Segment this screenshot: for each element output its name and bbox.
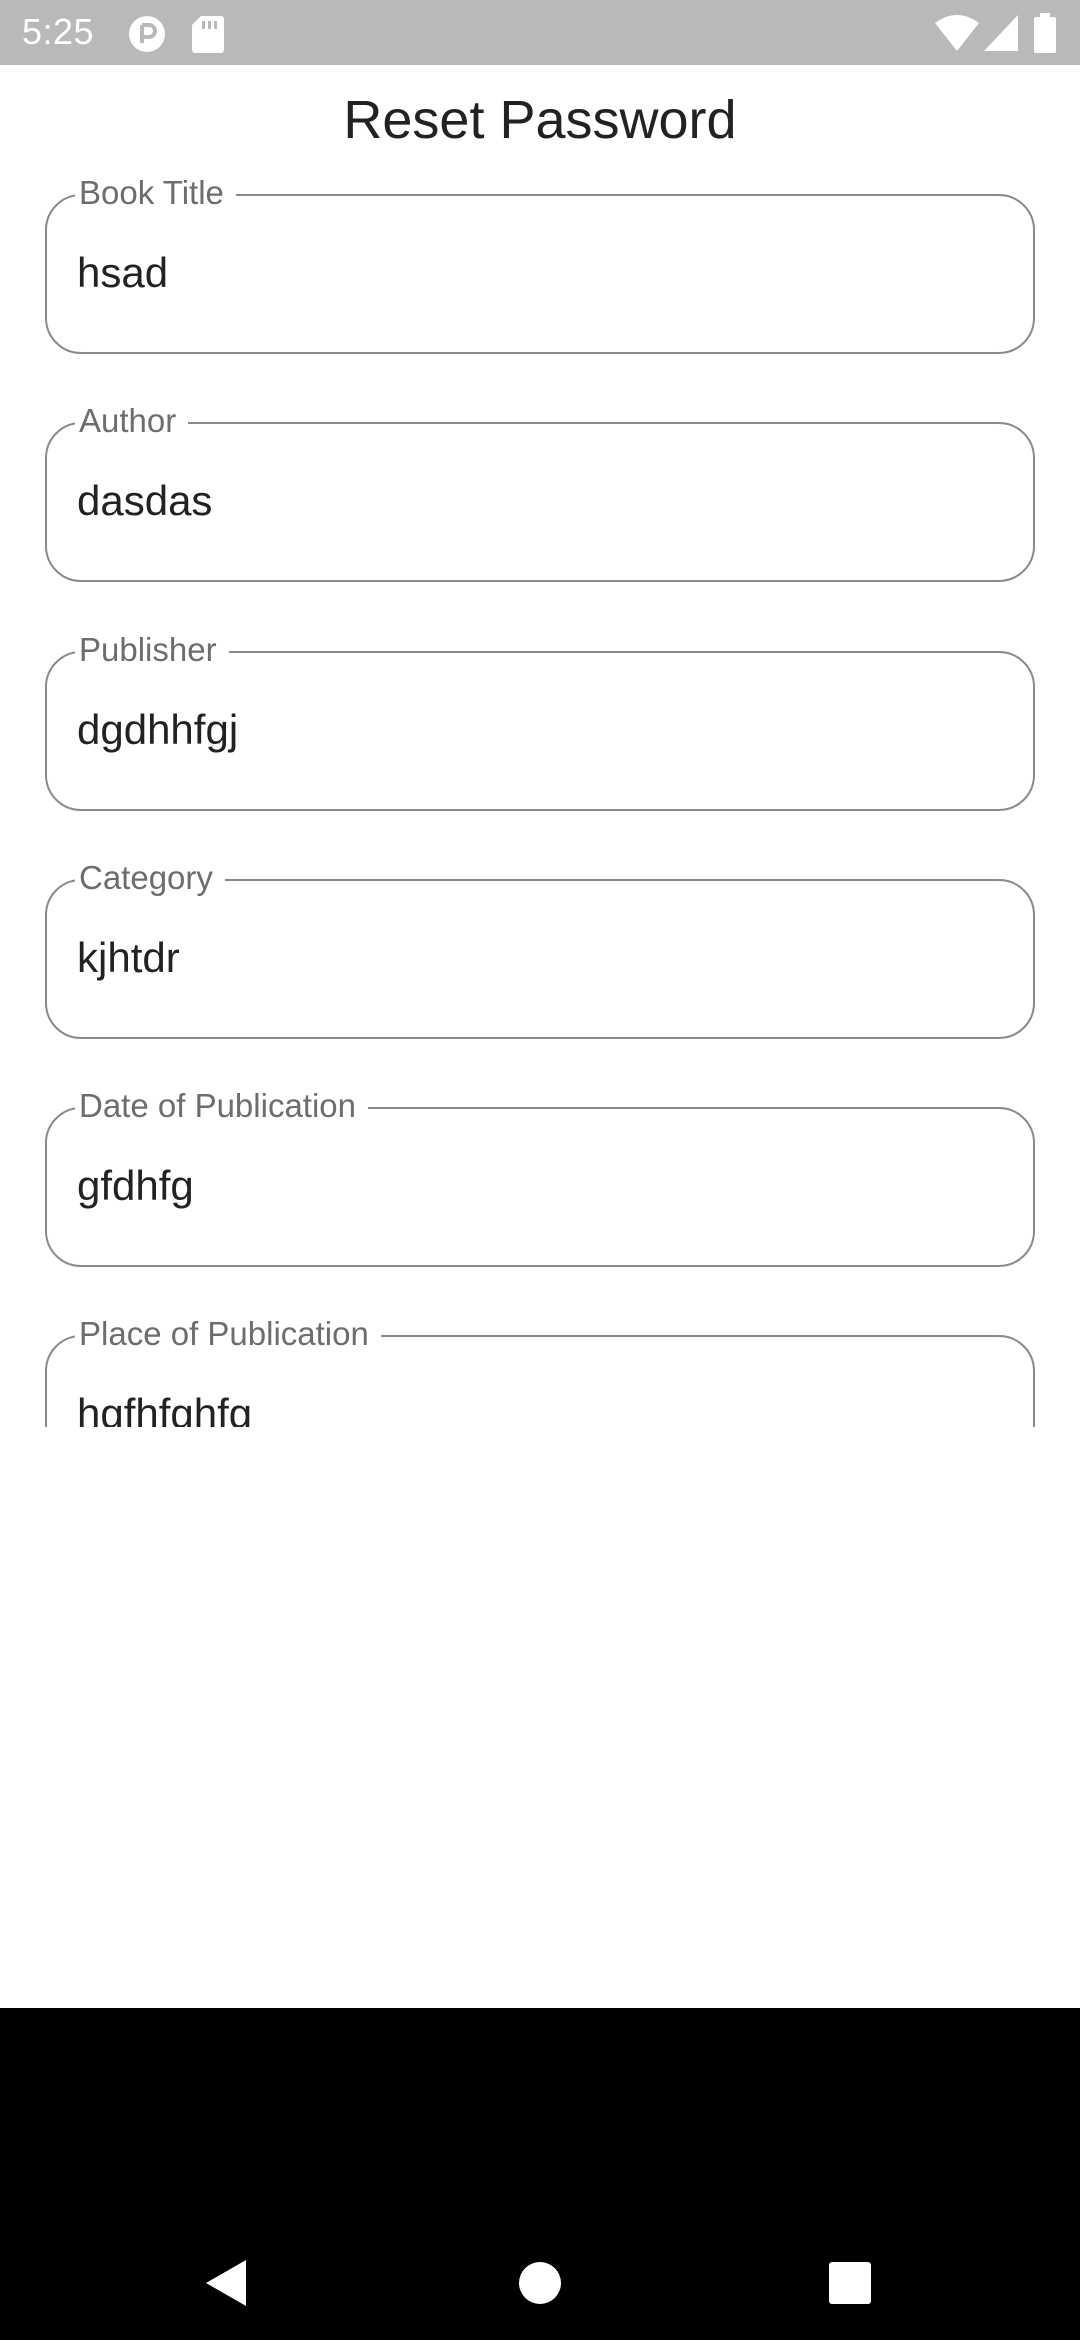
back-triangle-icon[interactable]: [192, 2248, 262, 2318]
sd-card-icon: [192, 15, 224, 58]
status-time: 5:25: [22, 11, 95, 52]
system-navigation-bar: [0, 2008, 1080, 2340]
date-of-publication-label: Date of Publication: [75, 1086, 369, 1126]
book-title-field[interactable]: Book Title: [45, 173, 1035, 354]
circle-p-notification-icon: [128, 15, 166, 58]
publisher-label: Publisher: [75, 630, 229, 670]
category-input[interactable]: [77, 928, 997, 988]
category-label: Category: [75, 858, 225, 898]
place-of-publication-input[interactable]: [77, 1384, 997, 1427]
place-of-publication-field[interactable]: Place of Publication: [45, 1314, 1035, 1427]
place-of-publication-label: Place of Publication: [75, 1314, 381, 1354]
page-title: Reset Password: [343, 90, 737, 150]
battery-icon: [1034, 13, 1056, 58]
category-field[interactable]: Category: [45, 858, 1035, 1039]
book-title-input[interactable]: [77, 243, 997, 303]
book-title-label: Book Title: [75, 173, 236, 213]
recents-square-icon[interactable]: [815, 2248, 885, 2318]
status-bar: 5:25: [0, 0, 1080, 65]
form-scroll-area[interactable]: Book Title Author Publisher Category Dat…: [0, 170, 1080, 1427]
date-of-publication-field[interactable]: Date of Publication: [45, 1086, 1035, 1267]
cell-signal-icon: [984, 15, 1018, 56]
author-label: Author: [75, 401, 189, 441]
date-of-publication-input[interactable]: [77, 1156, 997, 1216]
home-circle-icon[interactable]: [505, 2248, 575, 2318]
publisher-field[interactable]: Publisher: [45, 630, 1035, 811]
author-input[interactable]: [77, 471, 997, 531]
wifi-icon: [935, 15, 979, 56]
author-field[interactable]: Author: [45, 401, 1035, 582]
publisher-input[interactable]: [77, 700, 997, 760]
